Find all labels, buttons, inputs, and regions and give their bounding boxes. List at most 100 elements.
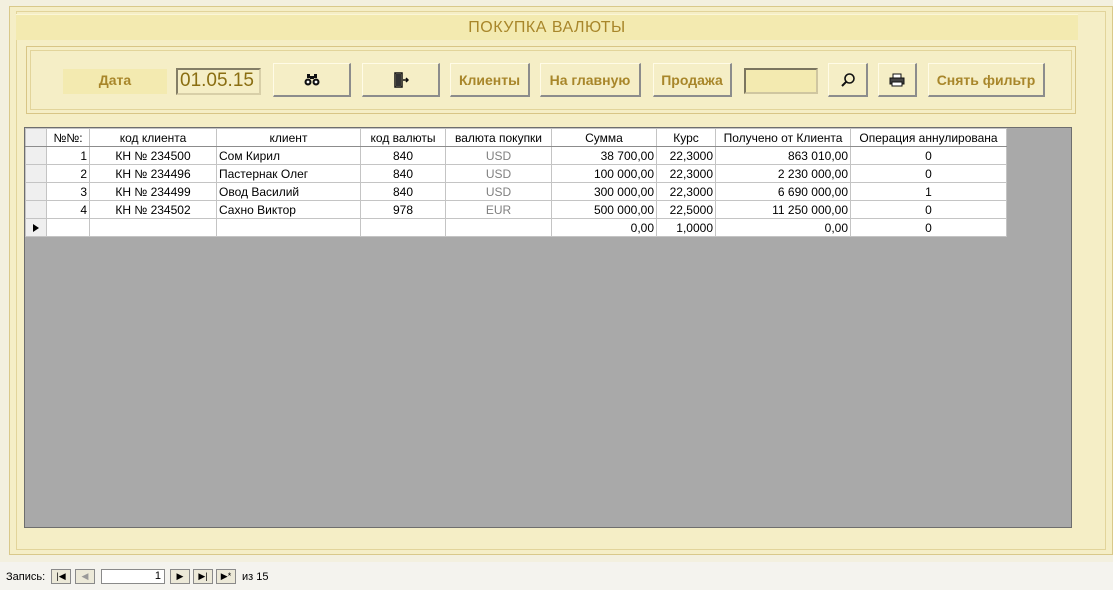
last-record-button[interactable]: ▶|: [193, 569, 213, 584]
cell-cancelled[interactable]: 0: [850, 146, 1007, 165]
cell-currency[interactable]: [445, 218, 552, 237]
filter-field[interactable]: [744, 68, 818, 94]
total-records: 15: [256, 571, 269, 583]
current-record-arrow-icon: [27, 223, 46, 233]
cell-client-code[interactable]: КН № 234500: [89, 146, 217, 165]
cell-client[interactable]: Овод Василий: [216, 182, 361, 201]
last-record-icon: ▶|: [198, 571, 208, 581]
cell-client-code[interactable]: [89, 218, 217, 237]
record-total: из 15: [242, 571, 269, 583]
datasheet-table: №№: код клиента клиент код валюты валюта…: [25, 128, 1007, 237]
cell-num[interactable]: [46, 218, 90, 237]
cell-rate[interactable]: 22,5000: [656, 200, 716, 219]
cell-client-code[interactable]: КН № 234499: [89, 182, 217, 201]
cell-sum[interactable]: 300 000,00: [551, 182, 657, 201]
column-header-rate[interactable]: Курс: [656, 128, 716, 147]
cell-client-code[interactable]: КН № 234496: [89, 164, 217, 183]
cell-received[interactable]: 0,00: [715, 218, 851, 237]
row-selector[interactable]: [25, 182, 47, 201]
column-header-sum[interactable]: Сумма: [551, 128, 657, 147]
record-navigation-bar: Запись: |◀ ◀ 1 ▶ ▶| ▶* из 15: [0, 562, 1113, 590]
table-row[interactable]: 3 КН № 234499 Овод Василий 840 USD 300 0…: [25, 182, 1007, 201]
cell-cancelled[interactable]: 0: [850, 164, 1007, 183]
new-record-icon: ▶*: [220, 571, 232, 581]
cell-client-code[interactable]: КН № 234502: [89, 200, 217, 219]
cell-sum[interactable]: 0,00: [551, 218, 657, 237]
clear-filter-button[interactable]: Снять фильтр: [928, 63, 1045, 97]
row-selector[interactable]: [25, 146, 47, 165]
exit-door-icon: [393, 71, 409, 88]
cell-currency[interactable]: USD: [445, 182, 552, 201]
find-button[interactable]: [273, 63, 351, 97]
cell-client[interactable]: Пастернак Олег: [216, 164, 361, 183]
cell-currency-code[interactable]: 840: [360, 182, 446, 201]
date-label: Дата: [63, 69, 167, 94]
previous-record-icon: ◀: [81, 571, 89, 581]
column-header-received[interactable]: Получено от Клиента: [715, 128, 851, 147]
cell-currency-code[interactable]: [360, 218, 446, 237]
cell-received[interactable]: 2 230 000,00: [715, 164, 851, 183]
cell-rate[interactable]: 1,0000: [656, 218, 716, 237]
exit-button[interactable]: [362, 63, 440, 97]
current-record-field[interactable]: 1: [101, 569, 165, 584]
home-button[interactable]: На главную: [540, 63, 641, 97]
row-selector[interactable]: [25, 200, 47, 219]
cell-received[interactable]: 11 250 000,00: [715, 200, 851, 219]
cell-num[interactable]: 3: [46, 182, 90, 201]
column-header-currency[interactable]: валюта покупки: [445, 128, 552, 147]
cell-rate[interactable]: 22,3000: [656, 164, 716, 183]
cell-rate[interactable]: 22,3000: [656, 182, 716, 201]
first-record-icon: |◀: [56, 571, 66, 581]
cell-cancelled[interactable]: 0: [850, 200, 1007, 219]
cell-sum[interactable]: 38 700,00: [551, 146, 657, 165]
new-record-button[interactable]: ▶*: [216, 569, 236, 584]
cell-sum[interactable]: 500 000,00: [551, 200, 657, 219]
cell-currency[interactable]: EUR: [445, 200, 552, 219]
column-header-num[interactable]: №№:: [46, 128, 90, 147]
first-record-button[interactable]: |◀: [51, 569, 71, 584]
sale-button[interactable]: Продажа: [653, 63, 732, 97]
table-row[interactable]: 4 КН № 234502 Сахно Виктор 978 EUR 500 0…: [25, 200, 1007, 219]
cell-num[interactable]: 1: [46, 146, 90, 165]
date-field[interactable]: 01.05.15: [176, 68, 261, 95]
datasheet-area[interactable]: №№: код клиента клиент код валюты валюта…: [24, 127, 1072, 528]
cell-currency-code[interactable]: 840: [360, 146, 446, 165]
cell-num[interactable]: 2: [46, 164, 90, 183]
cell-received[interactable]: 863 010,00: [715, 146, 851, 165]
cell-sum[interactable]: 100 000,00: [551, 164, 657, 183]
next-record-icon: ▶: [176, 571, 184, 581]
record-label: Запись:: [6, 571, 46, 583]
column-header-currency-code[interactable]: код валюты: [360, 128, 446, 147]
cell-currency[interactable]: USD: [445, 164, 552, 183]
cell-currency[interactable]: USD: [445, 146, 552, 165]
cell-client[interactable]: Сом Кирил: [216, 146, 361, 165]
cell-num[interactable]: 4: [46, 200, 90, 219]
cell-rate[interactable]: 22,3000: [656, 146, 716, 165]
cell-client[interactable]: Сахно Виктор: [216, 200, 361, 219]
previous-record-button[interactable]: ◀: [75, 569, 95, 584]
table-row[interactable]: 2 КН № 234496 Пастернак Олег 840 USD 100…: [25, 164, 1007, 183]
cell-cancelled[interactable]: 0: [850, 218, 1007, 237]
header-row: №№: код клиента клиент код валюты валюта…: [25, 128, 1007, 147]
column-header-cancelled[interactable]: Операция аннулирована: [850, 128, 1007, 147]
print-button[interactable]: [878, 63, 917, 97]
cell-cancelled[interactable]: 1: [850, 182, 1007, 201]
column-header-client[interactable]: клиент: [216, 128, 361, 147]
search-button[interactable]: [828, 63, 868, 97]
column-header-client-code[interactable]: код клиента: [89, 128, 217, 147]
cell-received[interactable]: 6 690 000,00: [715, 182, 851, 201]
cell-client[interactable]: [216, 218, 361, 237]
binoculars-icon: [304, 73, 320, 87]
clients-button[interactable]: Клиенты: [450, 63, 530, 97]
page-title: ПОКУПКА ВАЛЮТЫ: [16, 14, 1078, 40]
next-record-button[interactable]: ▶: [170, 569, 190, 584]
of-label: из: [242, 571, 254, 583]
cell-currency-code[interactable]: 840: [360, 164, 446, 183]
select-all-cell[interactable]: [25, 128, 47, 147]
new-record-row[interactable]: 0,00 1,0000 0,00 0: [25, 218, 1007, 237]
table-row[interactable]: 1 КН № 234500 Сом Кирил 840 USD 38 700,0…: [25, 146, 1007, 165]
magnifier-icon: [840, 72, 856, 88]
cell-currency-code[interactable]: 978: [360, 200, 446, 219]
current-row-selector[interactable]: [25, 218, 47, 237]
row-selector[interactable]: [25, 164, 47, 183]
